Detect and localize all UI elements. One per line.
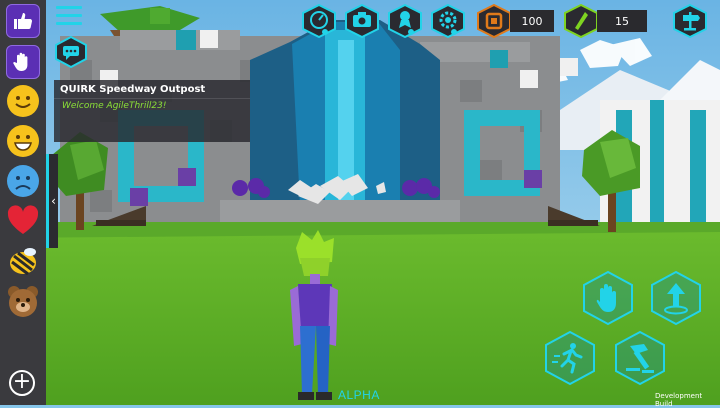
gems-button[interactable] (563, 3, 599, 39)
heart-icon (7, 205, 39, 234)
interact-button[interactable] (580, 270, 636, 326)
chat-message: Welcome AgileThrill23! (62, 101, 167, 111)
coins-button[interactable] (476, 3, 512, 39)
camera-icon (345, 3, 379, 39)
coins-count: 100 (510, 10, 554, 32)
hammer-build-icon (615, 330, 665, 386)
camera-button[interactable] (344, 3, 380, 39)
teleport-button[interactable] (648, 270, 704, 326)
emote-smile[interactable] (6, 84, 40, 118)
player-name-label: ALPHA (338, 388, 380, 402)
emote-thumbs-up[interactable] (6, 4, 40, 38)
map-signpost-icon (673, 3, 707, 39)
emote-bee[interactable] (6, 244, 40, 278)
sprint-button[interactable] (542, 330, 598, 386)
emote-sad[interactable] (6, 164, 40, 198)
chat-panel: QUIRK Speedway Outpost Welcome AgileThri… (54, 80, 250, 142)
grin-emoji-icon (7, 125, 39, 157)
settings-icon (431, 3, 465, 39)
speedometer-button[interactable] (301, 3, 337, 39)
chat-divider (54, 98, 250, 99)
emote-grin[interactable] (6, 124, 40, 158)
gem-icon (564, 3, 598, 39)
sprint-icon (545, 330, 595, 386)
chat-bubble-icon (55, 35, 87, 69)
map-button[interactable] (672, 3, 708, 39)
teleport-up-icon (651, 270, 701, 326)
emote-wave[interactable] (6, 45, 40, 79)
sad-emoji-icon (7, 165, 39, 197)
emote-bar: + (0, 0, 46, 405)
chevron-left-icon: ‹ (51, 194, 56, 208)
emote-heart[interactable] (6, 204, 40, 238)
settings-button[interactable] (430, 3, 466, 39)
chat-toggle-button[interactable] (54, 35, 88, 69)
bee-icon (10, 248, 36, 276)
badge-icon (388, 3, 422, 39)
bear-icon (8, 286, 38, 317)
wave-hand-icon (13, 52, 28, 71)
development-build-label: Development Build (655, 392, 703, 408)
hamburger-menu-button[interactable] (56, 6, 82, 28)
add-emote-button[interactable]: + (9, 370, 35, 396)
badge-button[interactable] (387, 3, 423, 39)
emote-bear[interactable] (6, 284, 40, 318)
collapse-emote-bar-tab[interactable]: ‹ (46, 154, 58, 248)
smile-emoji-icon (7, 85, 39, 117)
thumbs-up-icon (14, 13, 33, 30)
speedometer-icon (302, 3, 336, 39)
location-title: QUIRK Speedway Outpost (60, 84, 206, 95)
interact-hand-icon (583, 270, 633, 326)
gems-count: 15 (597, 10, 647, 32)
coin-icon (477, 3, 511, 39)
build-button[interactable] (612, 330, 668, 386)
